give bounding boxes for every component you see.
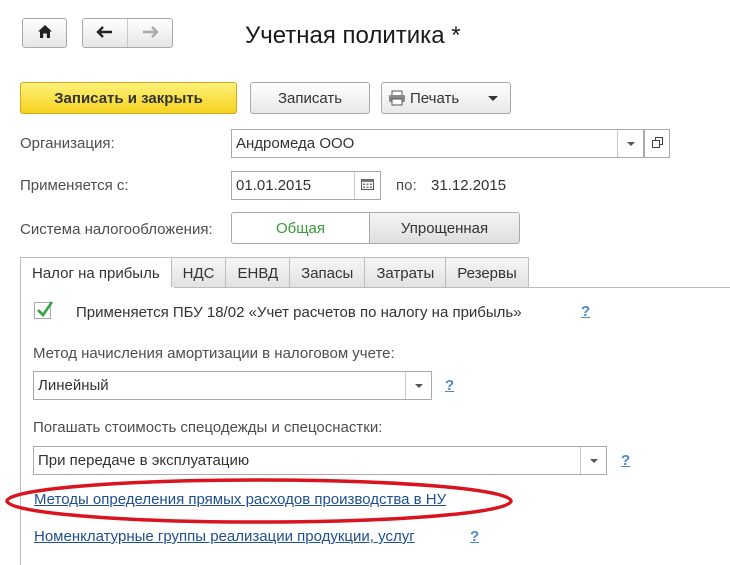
chevron-down-icon: [626, 141, 635, 146]
pbu-checkbox-label: Применяется ПБУ 18/02 «Учет расчетов по …: [76, 304, 522, 321]
amortization-label: Метод начисления амортизации в налоговом…: [33, 345, 395, 362]
print-button[interactable]: Печать: [381, 82, 511, 114]
organization-open-button[interactable]: [644, 129, 670, 158]
open-window-icon: [651, 135, 663, 152]
organization-value: Андромеда ООО: [236, 135, 355, 152]
chevron-down-icon: [589, 458, 598, 463]
highlight-ellipse: [5, 478, 513, 524]
tax-system-simplified-option[interactable]: Упрощенная: [369, 212, 520, 244]
amortization-value: Линейный: [38, 377, 109, 394]
tax-system-label: Система налогообложения:: [20, 221, 213, 238]
applies-from-label: Применяется с:: [20, 177, 129, 194]
workwear-dropdown-button[interactable]: [580, 447, 606, 474]
chevron-down-icon: [414, 383, 423, 388]
forward-button[interactable]: [127, 19, 172, 47]
tab-profit-tax[interactable]: Налог на прибыль: [20, 257, 172, 289]
checkmark-icon: [36, 299, 54, 323]
back-button[interactable]: [83, 19, 127, 47]
workwear-help-icon[interactable]: ?: [621, 452, 630, 469]
tab-inventory[interactable]: Запасы: [289, 257, 366, 288]
applies-from-field[interactable]: 01.01.2015: [231, 171, 381, 200]
active-tab-gap: [21, 287, 174, 289]
nomenclature-groups-link[interactable]: Номенклатурные группы реализации продукц…: [34, 528, 415, 545]
calendar-button[interactable]: [354, 172, 380, 199]
chevron-down-icon: [488, 96, 498, 101]
printer-icon: [388, 90, 406, 106]
history-nav: [82, 18, 173, 48]
workwear-value: При передаче в эксплуатацию: [38, 452, 250, 469]
home-icon: [37, 24, 53, 43]
amortization-dropdown-button[interactable]: [405, 372, 431, 399]
tab-reserves[interactable]: Резервы: [445, 257, 529, 288]
tab-envd[interactable]: ЕНВД: [225, 257, 291, 288]
applies-from-value: 01.01.2015: [236, 177, 312, 194]
save-button[interactable]: Записать: [250, 82, 370, 114]
print-label: Печать: [410, 89, 460, 107]
amortization-help-icon[interactable]: ?: [445, 377, 454, 394]
to-value: 31.12.2015: [431, 177, 507, 194]
tab-vat[interactable]: НДС: [170, 257, 227, 288]
pbu-checkbox[interactable]: [34, 301, 54, 319]
organization-field[interactable]: Андромеда ООО: [231, 129, 644, 158]
pbu-help-icon[interactable]: ?: [581, 303, 590, 320]
workwear-label: Погашать стоимость спецодежды и спецосна…: [33, 419, 383, 436]
arrow-left-icon: [96, 25, 114, 42]
organization-dropdown-button[interactable]: [617, 130, 643, 157]
workwear-field[interactable]: При передаче в эксплуатацию: [33, 446, 607, 475]
tab-bar: Налог на прибыль НДС ЕНВД Запасы Затраты…: [20, 257, 529, 289]
calendar-icon: [361, 177, 374, 194]
tab-expenses[interactable]: Затраты: [364, 257, 447, 288]
home-button[interactable]: [22, 18, 67, 48]
to-label: по:: [396, 177, 417, 194]
save-and-close-button[interactable]: Записать и закрыть: [20, 82, 237, 114]
window-title: Учетная политика *: [245, 22, 461, 49]
organization-label: Организация:: [20, 135, 115, 152]
nomenclature-help-icon[interactable]: ?: [470, 528, 479, 545]
tax-system-general-option[interactable]: Общая: [231, 212, 370, 244]
arrow-right-icon: [141, 25, 159, 42]
amortization-field[interactable]: Линейный: [33, 371, 432, 400]
